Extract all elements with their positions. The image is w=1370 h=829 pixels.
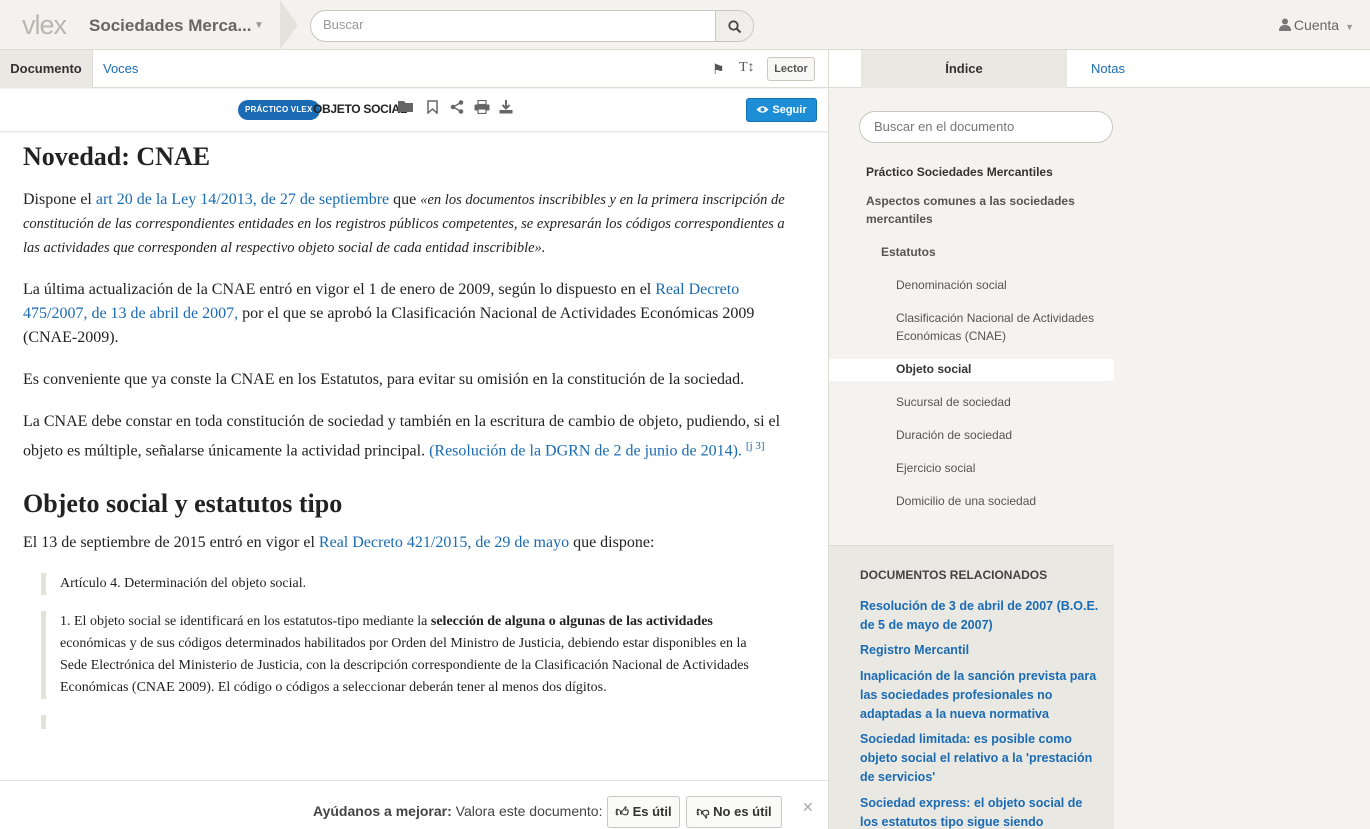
link-ley-14-2013[interactable]: art 20 de la Ley 14/2013, de 27 de septi… — [96, 191, 389, 208]
related-link[interactable]: Sociedad express: el objeto social de lo… — [860, 794, 1100, 829]
document-search-input[interactable] — [874, 119, 1094, 134]
paragraph: El 13 de septiembre de 2015 entró en vig… — [23, 531, 788, 555]
breadcrumb-arrow — [280, 0, 298, 50]
search-box — [310, 10, 754, 42]
toc-subsection[interactable]: Estatutos — [881, 243, 936, 261]
seguir-label: Seguir — [772, 104, 807, 116]
close-icon[interactable]: ✕ — [802, 799, 814, 816]
sidebar: Práctico Sociedades Mercantiles Aspectos… — [828, 89, 1370, 829]
toc-item[interactable]: Clasificación Nacional de Actividades Ec… — [896, 309, 1106, 345]
text: Dispone el — [23, 191, 96, 208]
document-search-box — [859, 111, 1113, 143]
paragraph: Es conveniente que ya conste la CNAE en … — [23, 371, 745, 388]
heading-objeto-social: Objeto social y estatutos tipo — [23, 489, 343, 519]
chevron-down-icon: ▼ — [1345, 22, 1354, 32]
eye-icon — [756, 106, 769, 113]
document-toolbar: PRÁCTICO VLEX OBJETO SOCIAL Seguir — [0, 89, 828, 132]
toc-item-active[interactable]: Objeto social — [896, 360, 971, 378]
chevron-down-icon[interactable]: ▼ — [254, 20, 264, 31]
text: No es útil — [713, 804, 772, 819]
vlex-logo[interactable]: vlex — [22, 10, 67, 41]
print-icon[interactable] — [474, 99, 490, 117]
toc-item[interactable]: Ejercicio social — [896, 459, 1106, 477]
blockquote — [41, 715, 788, 730]
search-input[interactable] — [323, 17, 713, 32]
paragraph: Dispone el art 20 de la Ley 14/2013, de … — [23, 188, 788, 260]
user-icon — [1278, 18, 1291, 31]
related-link[interactable]: Inaplicación de la sanción prevista para… — [860, 667, 1100, 724]
footnote-ref[interactable]: [j 3] — [746, 440, 765, 452]
bookmark-icon[interactable] — [427, 100, 438, 117]
text: La última actualización de la CNAE entró… — [23, 281, 656, 298]
tab-indice[interactable]: Índice — [861, 50, 1067, 88]
related-link[interactable]: Registro Mercantil — [860, 641, 1100, 660]
tab-voces[interactable]: Voces — [103, 50, 138, 88]
search-button[interactable] — [715, 11, 753, 41]
text-size-icon[interactable]: T↕ — [739, 60, 755, 76]
text: económicas y de sus códigos determinados… — [60, 636, 749, 696]
not-useful-button[interactable]: 👎︎ No es útil — [686, 796, 782, 828]
practico-badge: PRÁCTICO VLEX — [238, 100, 320, 120]
share-icon[interactable] — [450, 100, 464, 117]
feedback-label: Ayúdanos a mejorar: Valora este document… — [313, 803, 602, 819]
document-content: Novedad: CNAE Dispone el art 20 de la Le… — [0, 133, 828, 780]
app-title[interactable]: Sociedades Merca... — [89, 16, 252, 36]
document-tabs: Documento Voces ⚑ T↕ Lector — [0, 50, 828, 88]
text: 1. El objeto social se identificará en l… — [60, 614, 431, 630]
thumbs-down-icon: 👎︎ — [696, 804, 710, 819]
text: que — [389, 191, 421, 208]
folder-icon[interactable] — [398, 100, 414, 116]
toc-section[interactable]: Aspectos comunes a las sociedades mercan… — [866, 192, 1096, 228]
toc-item[interactable]: Duración de sociedad — [896, 426, 1106, 444]
bold-text: selección de alguna o algunas de las act… — [430, 614, 713, 630]
text: Valora este documento: — [451, 803, 603, 819]
heading-novedad-cnae: Novedad: CNAE — [23, 142, 211, 171]
related-link[interactable]: Resolución de 3 de abril de 2007 (B.O.E.… — [860, 597, 1100, 635]
seguir-button[interactable]: Seguir — [746, 98, 817, 122]
tab-notas[interactable]: Notas — [1091, 50, 1125, 88]
account-label: Cuenta — [1293, 17, 1340, 33]
paragraph: La última actualización de la CNAE entró… — [23, 278, 788, 350]
toc-item[interactable]: Domicilio de una sociedad — [896, 492, 1106, 510]
blockquote: 1. El objeto social se identificará en l… — [41, 611, 751, 700]
top-bar: vlex Sociedades Merca... ▼ Cuenta ▼ — [0, 0, 1370, 50]
link-resolucion-dgrn[interactable]: (Resolución de la DGRN de 2 de junio de … — [429, 442, 742, 459]
paragraph: La CNAE debe constar en toda constitució… — [23, 410, 788, 463]
related-title: DOCUMENTOS RELACIONADOS — [860, 568, 1048, 582]
text: Es útil — [632, 804, 672, 819]
sidebar-tabs: Índice Notas — [828, 50, 1370, 88]
text: que dispone: — [569, 534, 655, 552]
text: Ayúdanos a mejorar: — [313, 803, 452, 819]
account-menu[interactable]: Cuenta ▼ — [1278, 17, 1354, 33]
flag-icon[interactable]: ⚑ — [712, 61, 725, 78]
thumbs-up-icon: 👍︎ — [615, 804, 629, 819]
feedback-bar: Ayúdanos a mejorar: Valora este document… — [0, 780, 828, 829]
text: El 13 de septiembre de 2015 entró en vig… — [23, 534, 319, 552]
toc-active-highlight — [829, 359, 1114, 381]
download-icon[interactable] — [499, 100, 513, 117]
document-title: OBJETO SOCIAL — [313, 102, 407, 116]
blockquote: Artículo 4. Determinación del objeto soc… — [41, 573, 788, 596]
toc-item[interactable]: Denominación social — [896, 276, 1106, 294]
related-link[interactable]: Sociedad limitada: es posible como objet… — [860, 730, 1100, 787]
search-icon — [727, 20, 741, 34]
lector-button[interactable]: Lector — [767, 57, 815, 81]
toc-item[interactable]: Sucursal de sociedad — [896, 393, 1106, 411]
useful-button[interactable]: 👍︎ Es útil — [607, 796, 680, 828]
tab-documento[interactable]: Documento — [0, 50, 93, 88]
related-documents: DOCUMENTOS RELACIONADOS Resolución de 3 … — [829, 545, 1114, 829]
toc-root[interactable]: Práctico Sociedades Mercantiles — [866, 163, 1053, 181]
link-real-decreto-421-2015[interactable]: Real Decreto 421/2015, de 29 de mayo — [319, 534, 569, 551]
